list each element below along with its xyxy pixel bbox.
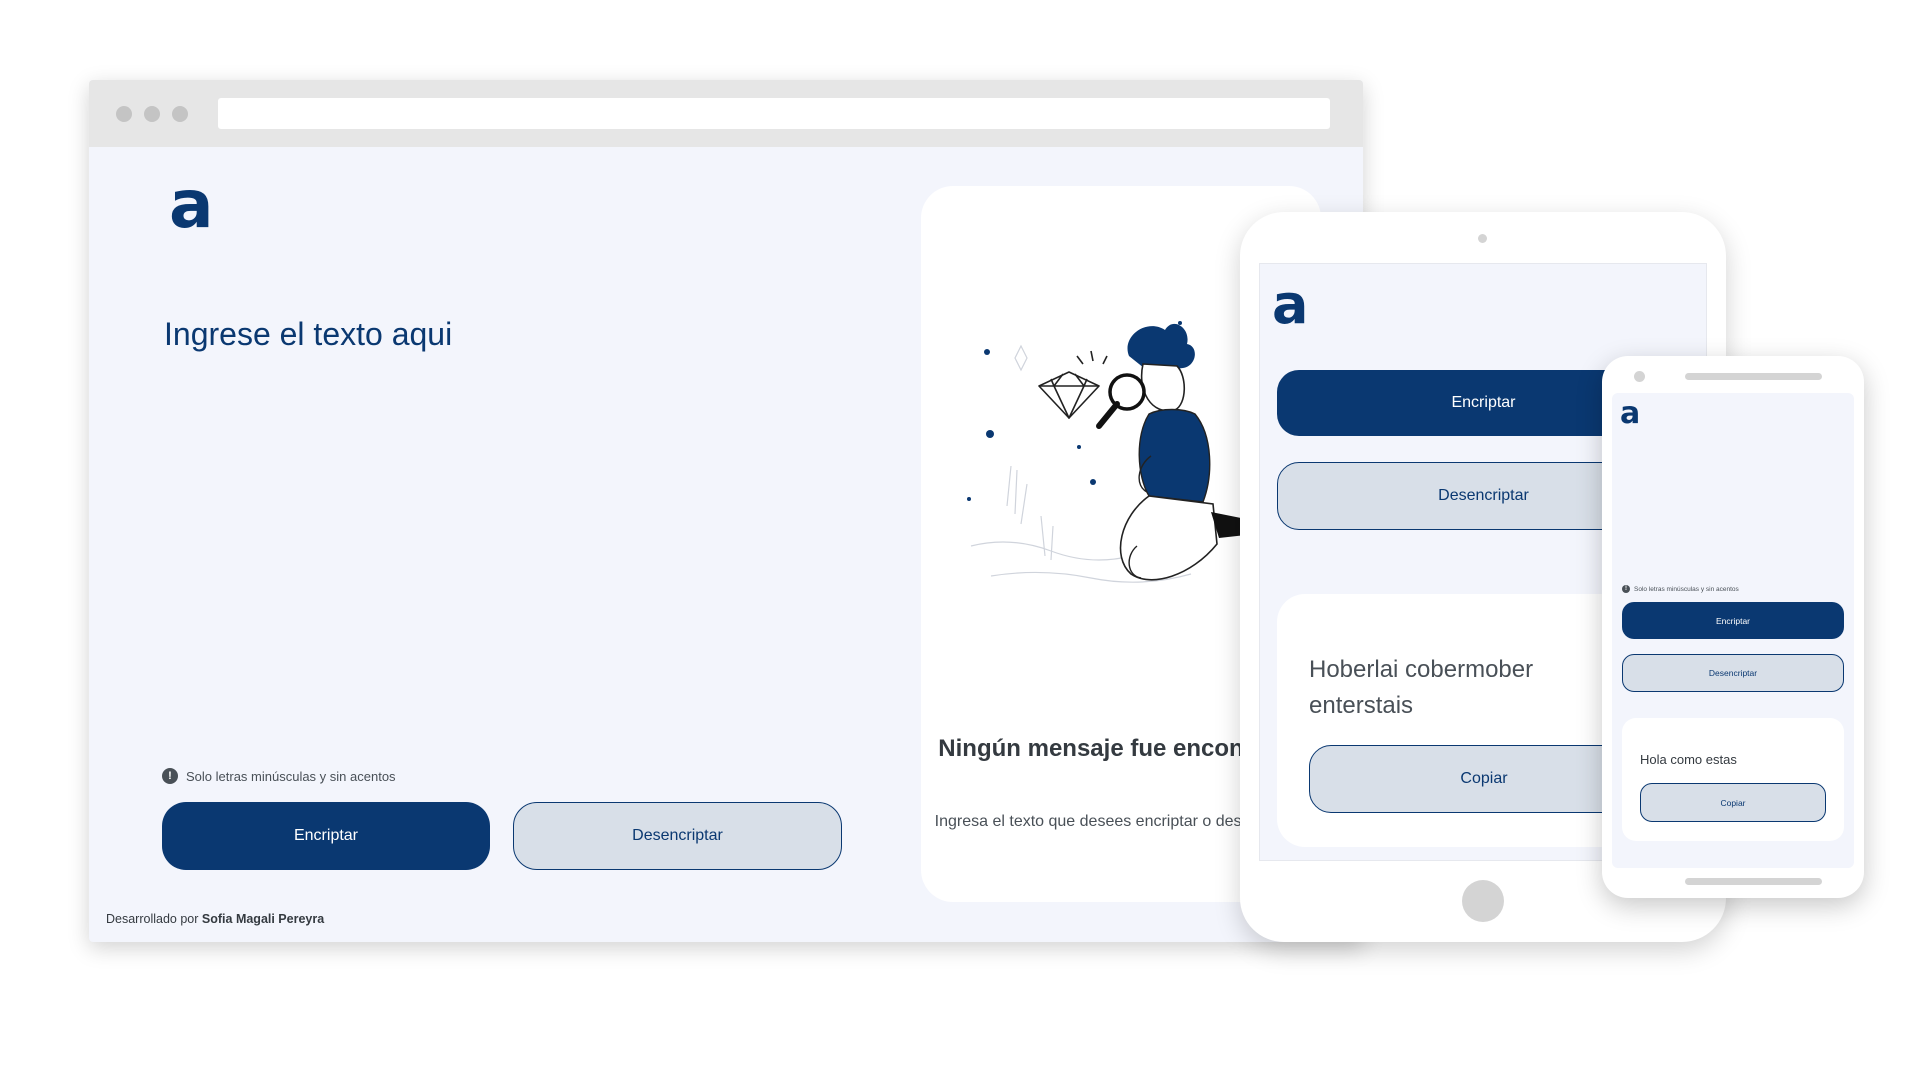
phone-encrypt-button[interactable]: Encriptar [1622, 602, 1844, 639]
browser-title-bar [89, 80, 1363, 147]
phone-speaker [1685, 373, 1822, 380]
phone-mockup: a ! Solo letras minúsculas y sin acentos… [1602, 356, 1864, 898]
tablet-result-text: Hoberlai cobermober enterstais [1309, 656, 1534, 719]
phone-home-bar [1685, 878, 1822, 885]
phone-screen: a ! Solo letras minúsculas y sin acentos… [1612, 393, 1854, 868]
input-hint-label: Solo letras minúsculas y sin acentos [186, 768, 396, 784]
input-hint: ! Solo letras minúsculas y sin acentos [162, 768, 396, 784]
window-minimize-dot[interactable] [144, 106, 160, 122]
phone-decrypt-button[interactable]: Desencriptar [1622, 654, 1844, 692]
footer-prefix: Desarrollado por [106, 912, 199, 926]
tablet-home-button[interactable] [1462, 880, 1504, 922]
phone-result-text: Hola como estas [1640, 752, 1737, 767]
mockup-stage: a Ingrese el texto aqui ! Solo letras mi… [0, 0, 1920, 1080]
phone-input-hint: ! Solo letras minúsculas y sin acentos [1622, 585, 1739, 593]
person-with-magnifier-illustration [967, 321, 1255, 583]
phone-input-hint-label: Solo letras minúsculas y sin acentos [1634, 585, 1739, 593]
phone-copy-button[interactable]: Copiar [1640, 783, 1826, 822]
footer-credit: Desarrollado por Sofia Magali Pereyra [106, 912, 324, 926]
phone-camera [1634, 371, 1645, 382]
address-bar[interactable] [218, 98, 1330, 129]
info-icon: ! [1622, 585, 1630, 593]
desktop-browser-mockup: a Ingrese el texto aqui ! Solo letras mi… [89, 80, 1363, 942]
alura-logo-icon: a [169, 166, 214, 243]
window-maximize-dot[interactable] [172, 106, 188, 122]
encrypt-button[interactable]: Encriptar [162, 802, 490, 870]
alura-logo-icon: a [1620, 396, 1641, 431]
info-icon: ! [162, 768, 178, 784]
decrypt-button[interactable]: Desencriptar [513, 802, 842, 870]
phone-result-panel: Hola como estas Copiar [1622, 718, 1844, 841]
alura-logo-icon: a [1272, 273, 1309, 336]
text-input-area[interactable]: Ingrese el texto aqui [164, 316, 452, 353]
window-close-dot[interactable] [116, 106, 132, 122]
tablet-camera [1478, 234, 1487, 243]
footer-author: Sofia Magali Pereyra [201, 912, 325, 926]
